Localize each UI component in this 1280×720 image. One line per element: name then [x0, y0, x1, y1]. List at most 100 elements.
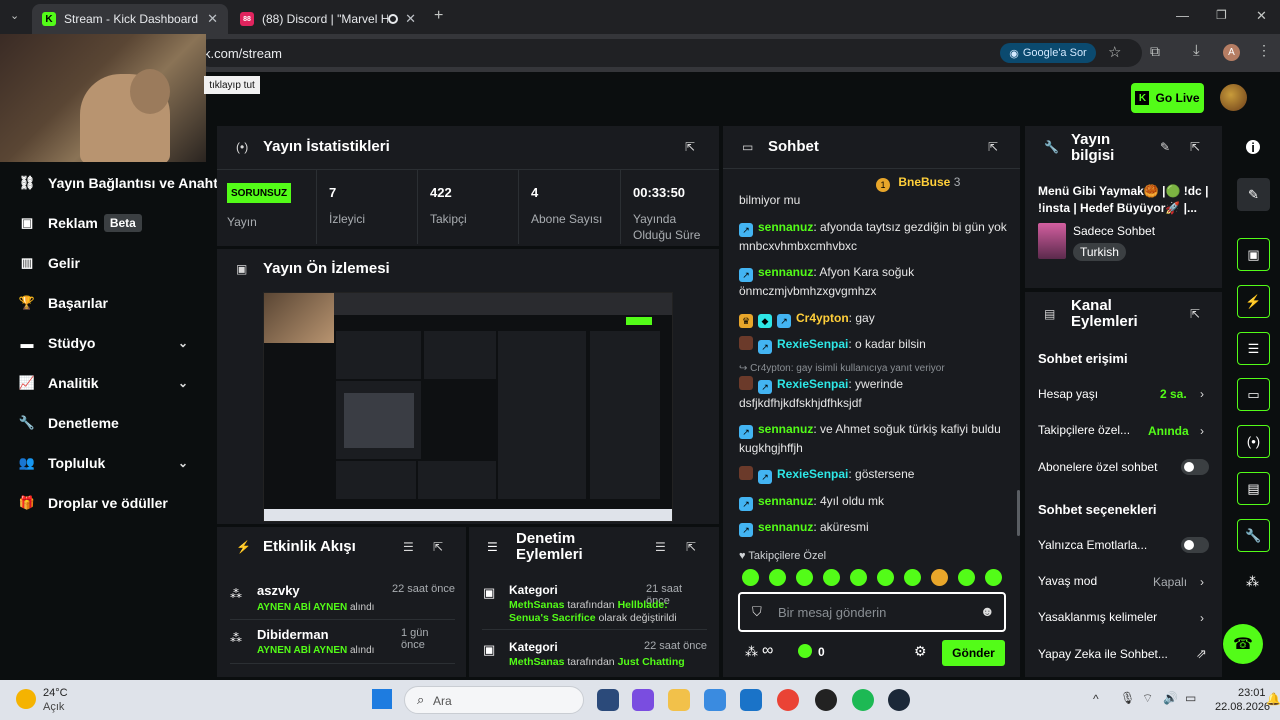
volume-icon[interactable]: 🔊: [1163, 691, 1178, 705]
sidebar-item-studio[interactable]: ▬ Stüdyo ⌄: [18, 328, 198, 358]
emote-icon[interactable]: [877, 569, 894, 586]
copilot-icon[interactable]: [632, 689, 654, 711]
edit-icon[interactable]: ✎: [1160, 140, 1170, 154]
popout-icon[interactable]: ⇱: [686, 540, 696, 554]
sidebar-item-drops[interactable]: 🎁 Droplar ve ödüller: [18, 488, 168, 518]
new-tab-icon[interactable]: +: [434, 7, 443, 25]
chat-username[interactable]: sennanuz: [758, 494, 813, 508]
store-icon[interactable]: [704, 689, 726, 711]
rail-community-icon[interactable]: ⁂: [1246, 574, 1259, 590]
community-icon[interactable]: ⁂: [745, 644, 758, 660]
taskbar-search[interactable]: ⌕ Ara: [404, 686, 584, 714]
notification-bell-icon[interactable]: 🔔: [1266, 692, 1280, 706]
tab-kick-dashboard[interactable]: K Stream - Kick Dashboard ✕: [32, 4, 228, 34]
chat-username[interactable]: sennanuz: [758, 422, 813, 436]
go-live-button[interactable]: K Go Live: [1131, 83, 1204, 113]
chrome-icon[interactable]: [777, 689, 799, 711]
emote-icon[interactable]: [985, 569, 1002, 586]
bookmark-star-icon[interactable]: ☆: [1108, 43, 1121, 61]
tray-chevron-icon[interactable]: ^: [1093, 692, 1099, 706]
sidebar-item-community[interactable]: 👥 Topluluk ⌄: [18, 448, 198, 478]
sidebar-item-ads[interactable]: ▣ Reklam Beta: [18, 208, 142, 238]
rail-bolt-icon[interactable]: ⚡: [1237, 285, 1270, 318]
emote-icon[interactable]: [850, 569, 867, 586]
emote-only-toggle[interactable]: [1181, 537, 1209, 553]
emoji-icon[interactable]: ☻: [980, 603, 995, 619]
restore-icon[interactable]: ❐: [1216, 8, 1227, 22]
shield-icon[interactable]: ⛉: [752, 604, 762, 620]
banned-words-row[interactable]: Yasaklanmış kelimeler: [1038, 607, 1210, 627]
emote-icon[interactable]: [958, 569, 975, 586]
chat-username[interactable]: sennanuz: [758, 265, 813, 279]
sidebar-item-moderation[interactable]: 🔧 Denetleme: [18, 408, 119, 438]
browser-menu-icon[interactable]: ⋮: [1257, 42, 1271, 59]
emote-icon[interactable]: [742, 569, 759, 586]
popout-icon[interactable]: ⇱: [685, 140, 695, 154]
sidebar-item-analytics[interactable]: 📈 Analitik ⌄: [18, 368, 198, 398]
sidebar-item-achievements[interactable]: 🏆 Başarılar: [18, 288, 108, 318]
status-badge-text: SORUNSUZ: [230, 187, 288, 199]
subs-chat-toggle[interactable]: [1181, 459, 1209, 475]
emote-icon[interactable]: [904, 569, 921, 586]
user-avatar[interactable]: [1220, 84, 1247, 111]
info-icon[interactable]: i: [1246, 140, 1260, 155]
pinned-user[interactable]: 1 BneBuse 3: [876, 175, 960, 192]
google-sor-button[interactable]: ◉ Google'a Sor: [1000, 43, 1096, 63]
emote-icon[interactable]: [931, 569, 948, 586]
outlook-icon[interactable]: [740, 689, 762, 711]
tab-discord[interactable]: 88 (88) Discord | "Marvel Hakk ✕: [230, 4, 426, 34]
stream-preview-video[interactable]: [263, 292, 673, 522]
rail-preview-icon[interactable]: ▣: [1237, 238, 1270, 271]
sidebar-item-stream-key[interactable]: ⛓ Yayın Bağlantısı ve Anahta: [18, 168, 226, 198]
weather-icon[interactable]: [16, 689, 36, 709]
filter-icon[interactable]: ☰: [403, 540, 414, 554]
task-view-icon[interactable]: [597, 689, 619, 711]
popout-icon[interactable]: ⇱: [433, 540, 443, 554]
support-button[interactable]: ☎: [1223, 624, 1263, 664]
emote-icon[interactable]: [823, 569, 840, 586]
rail-list-icon[interactable]: ☰: [1237, 332, 1270, 365]
popout-icon[interactable]: ⇱: [1190, 140, 1200, 154]
chat-username[interactable]: RexieSenpai: [777, 377, 848, 391]
minimize-icon[interactable]: —: [1176, 8, 1189, 23]
spotify-icon[interactable]: [852, 689, 874, 711]
trophy-icon: 🏆: [18, 295, 36, 310]
sidebar-item-revenue[interactable]: ▥ Gelir: [18, 248, 80, 278]
emote-icon[interactable]: [796, 569, 813, 586]
chat-scrollbar[interactable]: [1017, 490, 1020, 536]
download-icon[interactable]: ⤓: [1193, 42, 1200, 59]
popout-icon[interactable]: ⇱: [1190, 307, 1200, 321]
send-button[interactable]: Gönder: [942, 640, 1005, 666]
extensions-icon[interactable]: ⧉: [1150, 43, 1160, 60]
battery-icon[interactable]: ▭: [1185, 691, 1196, 705]
chat-username[interactable]: Cr4ypton: [796, 311, 849, 325]
filter-icon[interactable]: ☰: [655, 540, 666, 554]
profile-avatar[interactable]: A: [1223, 44, 1240, 61]
close-tab-icon[interactable]: ✕: [405, 11, 416, 27]
close-window-icon[interactable]: ✕: [1256, 8, 1267, 24]
close-tab-icon[interactable]: ✕: [207, 11, 218, 27]
mic-icon[interactable]: 🎙: [1120, 691, 1135, 705]
popout-icon[interactable]: ⇱: [988, 140, 998, 154]
rail-wrench-icon[interactable]: 🔧: [1237, 519, 1270, 552]
rail-chat-icon[interactable]: ▭: [1237, 378, 1270, 411]
external-link-icon[interactable]: ⇗: [1196, 646, 1207, 662]
rail-actions-icon[interactable]: ▤: [1237, 472, 1270, 505]
steam-icon[interactable]: [888, 689, 910, 711]
edit-layout-icon[interactable]: ✎: [1237, 178, 1270, 211]
chat-username[interactable]: sennanuz: [758, 520, 813, 534]
chat-input[interactable]: ⛉ Bir mesaj gönderin ☻: [738, 592, 1006, 632]
file-explorer-icon[interactable]: [668, 689, 690, 711]
chat-username[interactable]: RexieSenpai: [777, 337, 848, 351]
rail-broadcast-icon[interactable]: (•): [1237, 425, 1270, 458]
points-icon[interactable]: [798, 644, 812, 658]
obs-icon[interactable]: [815, 689, 837, 711]
chat-username[interactable]: sennanuz: [758, 220, 813, 234]
chat-username[interactable]: RexieSenpai: [777, 467, 848, 481]
ai-chat-row[interactable]: Yapay Zeka ile Sohbet...: [1038, 644, 1210, 664]
windows-start-icon[interactable]: [372, 689, 392, 709]
emote-icon[interactable]: [769, 569, 786, 586]
gear-icon[interactable]: ⚙: [914, 643, 927, 660]
tab-search-icon[interactable]: ⌄: [10, 9, 19, 22]
wifi-icon[interactable]: ⌔: [1142, 691, 1153, 706]
